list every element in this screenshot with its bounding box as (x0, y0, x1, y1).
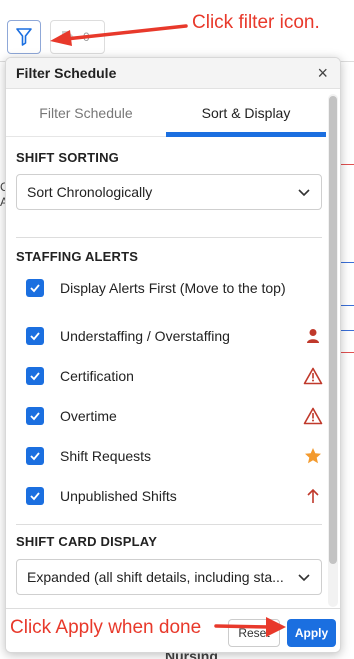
filter-schedule-panel: Filter Schedule × Filter Schedule Sort &… (5, 57, 341, 653)
checkbox-label: Certification (60, 368, 134, 384)
apply-button[interactable]: Apply (287, 619, 336, 647)
checkbox-label: Display Alerts First (Move to the top) (60, 280, 286, 296)
chevron-down-icon (298, 574, 310, 582)
checkbox-row-display-alerts-first[interactable]: Display Alerts First (Move to the top) (26, 277, 326, 299)
checkbox-row-unpublished-shifts[interactable]: Unpublished Shifts (26, 485, 326, 507)
checkbox-checked[interactable] (26, 407, 44, 425)
annotation-arrow-bottom (214, 617, 286, 637)
checkbox-row-shift-requests[interactable]: Shift Requests (26, 445, 326, 467)
checkbox-row-certification[interactable]: Certification (26, 365, 326, 387)
shift-sorting-select[interactable]: Sort Chronologically (16, 174, 322, 210)
checkbox-checked[interactable] (26, 487, 44, 505)
filter-icon (16, 28, 32, 46)
star-icon (303, 446, 323, 466)
panel-content: SHIFT SORTING Sort Chronologically STAFF… (6, 138, 328, 608)
arrow-up-icon (303, 486, 323, 506)
annotation-bottom: Click Apply when done (10, 617, 202, 638)
checkbox-row-overtime[interactable]: Overtime (26, 405, 326, 427)
section-title-shift-card-display: SHIFT CARD DISPLAY (16, 534, 158, 549)
checkmark-icon (30, 372, 40, 381)
bg-divider-line (340, 262, 354, 263)
chevron-down-icon (298, 189, 310, 197)
panel-title: Filter Schedule (16, 65, 117, 81)
bg-divider-line (340, 164, 354, 165)
person-icon (303, 326, 323, 346)
annotation-top: Click filter icon. (192, 12, 320, 33)
section-title-shift-sorting: SHIFT SORTING (16, 150, 119, 165)
checkbox-checked[interactable] (26, 447, 44, 465)
warning-icon (303, 366, 323, 386)
section-title-staffing-alerts: STAFFING ALERTS (16, 249, 139, 264)
checkbox-checked[interactable] (26, 367, 44, 385)
section-divider (16, 237, 322, 238)
filter-button[interactable] (7, 20, 41, 54)
annotation-arrow-top (50, 24, 188, 46)
checkbox-label: Understaffing / Overstaffing (60, 328, 230, 344)
tab-sort-display[interactable]: Sort & Display (166, 89, 326, 137)
shift-card-display-select[interactable]: Expanded (all shift details, including s… (16, 559, 322, 595)
bg-divider-line (340, 352, 354, 353)
section-divider (16, 524, 322, 525)
bg-divider-line (340, 305, 354, 306)
checkbox-label: Overtime (60, 408, 117, 424)
checkmark-icon (30, 452, 40, 461)
checkbox-label: Unpublished Shifts (60, 488, 177, 504)
checkmark-icon (30, 412, 40, 421)
shift-sorting-value: Sort Chronologically (27, 184, 153, 200)
tab-filter-schedule[interactable]: Filter Schedule (6, 89, 166, 136)
checkmark-icon (30, 492, 40, 501)
bg-divider-line (340, 330, 354, 331)
checkbox-checked[interactable] (26, 279, 44, 297)
close-icon[interactable]: × (317, 64, 328, 82)
checkmark-icon (30, 284, 40, 293)
tab-bar: Filter Schedule Sort & Display (6, 89, 326, 137)
scrollbar-thumb[interactable] (329, 96, 337, 564)
checkmark-icon (30, 332, 40, 341)
checkbox-label: Shift Requests (60, 448, 152, 464)
warning-icon (303, 406, 323, 426)
checkbox-row-understaffing[interactable]: Understaffing / Overstaffing (26, 325, 326, 347)
panel-header: Filter Schedule × (6, 58, 340, 89)
shift-card-display-value: Expanded (all shift details, including s… (27, 569, 284, 585)
checkbox-checked[interactable] (26, 327, 44, 345)
